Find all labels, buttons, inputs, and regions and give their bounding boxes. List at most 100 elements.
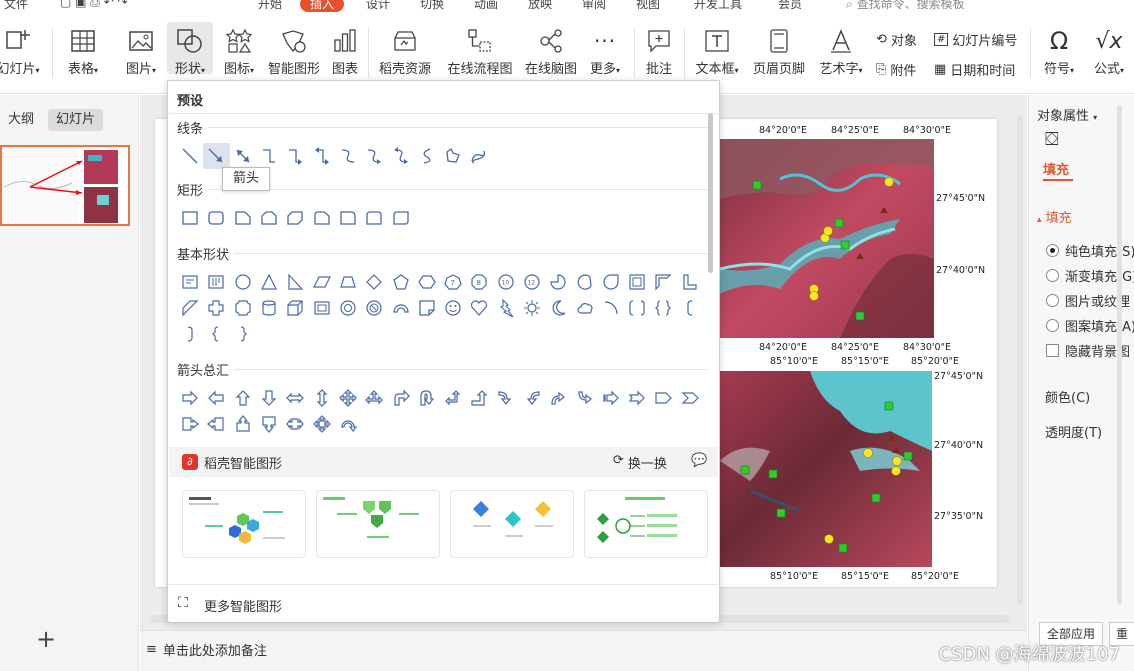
arrow-line-icon[interactable] xyxy=(203,143,230,169)
circular-arrow-shape-icon[interactable] xyxy=(335,411,361,437)
tab-slides[interactable]: 幻灯片 xyxy=(48,109,104,131)
left-right-arrow-shape-icon[interactable] xyxy=(282,385,308,411)
chevron-shape-icon[interactable] xyxy=(677,385,703,411)
snip-diagonal-rect-icon[interactable] xyxy=(282,205,308,231)
hexagon-shape-icon[interactable] xyxy=(414,269,440,295)
left-arrow-shape-icon[interactable] xyxy=(203,385,229,411)
left-right-arrow-callout-shape-icon[interactable] xyxy=(282,411,308,437)
menu-review[interactable]: 审阅 xyxy=(582,0,606,12)
pie-shape-icon[interactable] xyxy=(545,269,571,295)
double-brace-shape-icon[interactable] xyxy=(650,295,676,321)
smart-graphic-card-3[interactable] xyxy=(450,490,574,558)
object-button[interactable]: ⟲ 对象 xyxy=(876,30,917,49)
right-arrow-callout-shape-icon[interactable] xyxy=(177,411,203,437)
octagon-shape-icon[interactable]: 8 xyxy=(466,269,492,295)
docer-resource-button[interactable]: 稻壳资源 xyxy=(374,26,436,86)
picture-button[interactable]: 图片▾ xyxy=(118,26,164,86)
frame-shape-icon[interactable] xyxy=(624,269,650,295)
slide-number-button[interactable]: # 幻灯片编号 xyxy=(934,30,1017,49)
moon-shape-icon[interactable] xyxy=(545,295,571,321)
fill-section-header[interactable]: ▴ 填充 xyxy=(1037,207,1072,226)
chart-button[interactable]: 图表 xyxy=(326,26,364,86)
shape-panel-scrollbar[interactable] xyxy=(708,113,713,273)
elbow-arrow-icon[interactable] xyxy=(282,143,308,169)
curved-left-arrow-shape-icon[interactable] xyxy=(519,385,545,411)
dodecagon-shape-icon[interactable]: 12 xyxy=(519,269,545,295)
ellipse-shape-icon[interactable] xyxy=(230,269,256,295)
wordart-button[interactable]: 艺术字▾ xyxy=(814,26,868,86)
rectangle-icon[interactable] xyxy=(177,205,203,231)
notes-field[interactable]: ≡ 单击此处添加备注 xyxy=(146,640,267,659)
folded-corner-shape-icon[interactable] xyxy=(414,295,440,321)
freeform-icon[interactable] xyxy=(440,143,466,169)
menu-insert[interactable]: 插入 xyxy=(300,0,345,12)
flowchart-button[interactable]: 在线流程图 xyxy=(442,26,518,86)
u-turn-arrow-shape-icon[interactable] xyxy=(414,385,440,411)
down-arrow-shape-icon[interactable] xyxy=(256,385,282,411)
formula-button[interactable]: √x 公式▾ xyxy=(1086,26,1132,86)
donut-shape-icon[interactable] xyxy=(335,295,361,321)
comment-button[interactable]: 批注 xyxy=(640,26,678,86)
tab-outline[interactable]: 大纲 xyxy=(0,109,42,131)
double-arrow-line-icon[interactable] xyxy=(230,143,256,169)
right-bracket-shape-icon[interactable] xyxy=(177,321,203,347)
attachment-button[interactable]: ⎘ 附件 xyxy=(876,60,916,79)
no-symbol-shape-icon[interactable] xyxy=(361,295,387,321)
lightning-bolt-shape-icon[interactable] xyxy=(493,295,519,321)
smart-graphic-card-2[interactable] xyxy=(316,490,440,558)
bent-arrow-shape-icon[interactable] xyxy=(387,385,413,411)
bent-up-arrow-shape-icon[interactable] xyxy=(466,385,492,411)
cross-shape-icon[interactable] xyxy=(203,295,229,321)
left-up-arrow-shape-icon[interactable] xyxy=(440,385,466,411)
double-bracket-shape-icon[interactable] xyxy=(624,295,650,321)
left-brace-shape-icon[interactable] xyxy=(203,321,229,347)
canvas-vertical-scrollbar[interactable] xyxy=(1017,115,1023,605)
half-frame-shape-icon[interactable] xyxy=(650,269,676,295)
curved-right-arrow-shape-icon[interactable] xyxy=(493,385,519,411)
line-icon[interactable] xyxy=(177,143,203,169)
symbol-button[interactable]: Ω 符号▾ xyxy=(1036,26,1082,86)
can-shape-icon[interactable] xyxy=(256,295,282,321)
bevel-shape-icon[interactable] xyxy=(308,295,334,321)
curved-up-arrow-shape-icon[interactable] xyxy=(545,385,571,411)
elbow-connector-icon[interactable] xyxy=(256,143,282,169)
up-down-arrow-shape-icon[interactable] xyxy=(308,385,334,411)
snip-same-side-rect-icon[interactable] xyxy=(256,205,282,231)
pentagon-arrow-shape-icon[interactable] xyxy=(650,385,676,411)
menu-animation[interactable]: 动画 xyxy=(474,0,498,12)
menu-file[interactable]: 文件 xyxy=(4,0,28,12)
cloud-shape-icon[interactable] xyxy=(571,295,597,321)
slide-thumbnail[interactable] xyxy=(0,145,130,226)
menu-view[interactable]: 视图 xyxy=(636,0,660,12)
quad-arrow-shape-icon[interactable] xyxy=(335,385,361,411)
arc-shape-icon[interactable] xyxy=(598,295,624,321)
snip-round-rect-icon[interactable] xyxy=(308,205,334,231)
smart-graphic-card-4[interactable] xyxy=(584,490,708,558)
more-button[interactable]: ··· 更多▾ xyxy=(584,26,626,86)
menu-slideshow[interactable]: 放映 xyxy=(528,0,552,12)
vertical-textbox-shape-icon[interactable] xyxy=(203,269,229,295)
right-brace-shape-icon[interactable] xyxy=(230,321,256,347)
up-arrow-callout-shape-icon[interactable] xyxy=(230,411,256,437)
curved-connector-icon[interactable] xyxy=(335,143,361,169)
up-arrow-shape-icon[interactable] xyxy=(230,385,256,411)
object-properties-title[interactable]: 对象属性 ▾ xyxy=(1037,105,1097,124)
triangle-shape-icon[interactable] xyxy=(256,269,282,295)
smartart-button[interactable]: 智能图形 xyxy=(266,26,322,86)
chord-shape-icon[interactable] xyxy=(571,269,597,295)
quad-arrow-callout-shape-icon[interactable] xyxy=(308,411,334,437)
menu-home[interactable]: 开始 xyxy=(258,0,282,12)
curved-double-arrow-icon[interactable] xyxy=(387,143,413,169)
round-diagonal-rect-icon[interactable] xyxy=(387,205,413,231)
left-right-up-arrow-shape-icon[interactable] xyxy=(361,385,387,411)
mindmap-button[interactable]: 在线脑图 xyxy=(520,26,582,86)
table-button[interactable]: 表格▾ xyxy=(60,26,106,86)
smiley-face-shape-icon[interactable] xyxy=(440,295,466,321)
curved-down-arrow-shape-icon[interactable] xyxy=(571,385,597,411)
icon-button[interactable]: 图标▾ xyxy=(216,26,262,86)
curve-icon[interactable] xyxy=(414,143,440,169)
sun-shape-icon[interactable] xyxy=(519,295,545,321)
plaque-shape-icon[interactable] xyxy=(230,295,256,321)
scribble-icon[interactable] xyxy=(466,143,492,169)
datetime-button[interactable]: ▦ 日期和时间 xyxy=(934,60,1015,79)
